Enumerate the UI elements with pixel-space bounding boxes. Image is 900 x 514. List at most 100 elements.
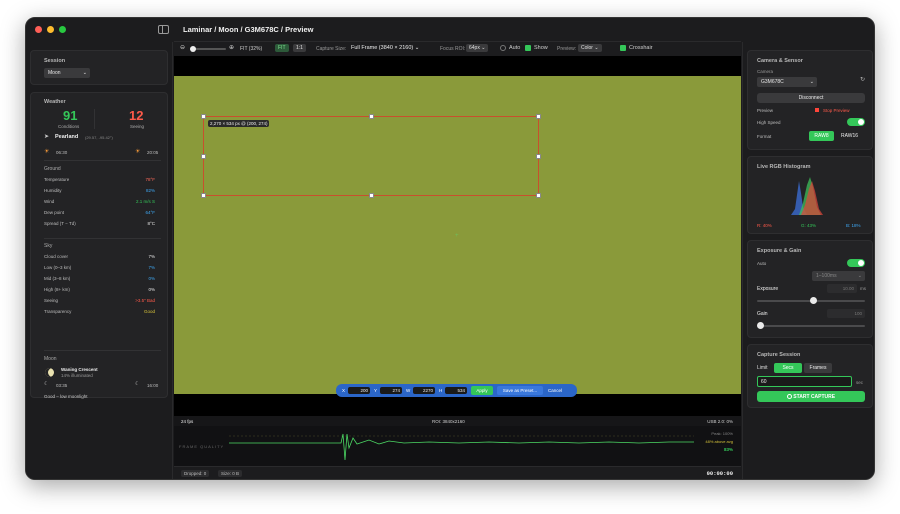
- roi-save-preset-button[interactable]: Save as Preset...: [497, 386, 543, 395]
- moon-illumination: 14% illuminated: [61, 373, 93, 378]
- disconnect-button[interactable]: Disconnect: [757, 93, 865, 103]
- start-capture-label: START CAPTURE: [793, 394, 836, 400]
- zoom-level-label: FIT (32%): [240, 46, 263, 52]
- zoom-out-icon[interactable]: ⊖: [180, 44, 185, 51]
- camera-select[interactable]: G3M678C ⌄: [757, 77, 817, 87]
- roi-h-input[interactable]: 534: [445, 387, 467, 394]
- close-window-button[interactable]: [35, 26, 42, 33]
- sky-row-value: 0%: [148, 276, 155, 281]
- limit-frames-button[interactable]: Frames: [804, 363, 832, 373]
- histogram-b-readout: B: 18%: [846, 223, 861, 228]
- sky-row-label: High (8+ km): [44, 287, 70, 292]
- camera-sensor-title: Camera & Sensor: [757, 58, 803, 64]
- minimize-window-button[interactable]: [47, 26, 54, 33]
- seeing-label: Seeing: [130, 124, 145, 129]
- roi-edit-bar: X 200 Y 274 W 2270 H 534 Apply Save as P…: [336, 384, 577, 397]
- ground-row-value: 78°F: [145, 177, 155, 182]
- roi-rectangle[interactable]: 2,270 × 534 px @ (200, 274): [201, 114, 541, 198]
- ground-row-value: 82%: [145, 188, 155, 193]
- roi-x-input[interactable]: 200: [348, 387, 370, 394]
- exposure-gain-title: Exposure & Gain: [757, 248, 802, 254]
- left-sidebar: Session Moon ⌄ Weather 91 Conditions 12 S…: [26, 42, 173, 479]
- stop-preview-button[interactable]: Stop Preview: [823, 108, 850, 113]
- zoom-slider-knob[interactable]: [190, 46, 196, 52]
- session-select[interactable]: Moon ⌄: [44, 68, 90, 78]
- roi-handle-top[interactable]: [369, 114, 374, 119]
- sky-row-label: Mid (3–8 km): [44, 276, 71, 281]
- exposure-slider-knob[interactable]: [809, 297, 817, 304]
- zoom-slider[interactable]: [190, 46, 226, 52]
- moonset-time: 16:00: [147, 383, 159, 388]
- fit-button[interactable]: FIT: [275, 44, 289, 52]
- preview-mode-select[interactable]: Color ⌄: [578, 44, 602, 52]
- capture-timer: 00:00:00: [706, 470, 733, 477]
- preview-toolbar: ⊖ ⊕ FIT (32%) FIT 1:1 Capture Size: Full…: [174, 42, 741, 55]
- sunset-icon: ☀: [135, 149, 141, 155]
- sky-title: Sky: [44, 243, 53, 249]
- sky-row-label: Low (0–3 km): [44, 265, 72, 270]
- gain-slider-knob[interactable]: [757, 322, 764, 329]
- moonrise-time: 03:35: [56, 383, 68, 388]
- roi-w-label: W: [406, 388, 411, 393]
- sunrise-time: 06:30: [56, 150, 68, 155]
- roi-y-input[interactable]: 274: [380, 387, 402, 394]
- auto-radio[interactable]: [500, 45, 506, 51]
- roi-y-label: Y: [374, 388, 378, 393]
- high-speed-toggle[interactable]: [847, 118, 865, 126]
- refresh-icon[interactable]: ↻: [860, 76, 865, 83]
- format-raw16-button[interactable]: RAW16: [837, 131, 862, 141]
- sidebar-toggle-icon[interactable]: [158, 25, 169, 34]
- exposure-input[interactable]: 10.00: [827, 284, 857, 293]
- histogram-g-readout: G: 43%: [801, 223, 817, 228]
- high-speed-label: High Speed: [757, 120, 781, 125]
- conditions-score: 91: [63, 108, 78, 123]
- stats-bar: 24 fps ROI: 3840x2160 USB 2.0: 0%: [174, 416, 741, 426]
- capture-size-select[interactable]: Full Frame (3840 × 2160) ⌄: [351, 45, 419, 51]
- app-window: Laminar / Moon / G3M678C / Preview ⊖ ⊕ F…: [25, 17, 875, 480]
- seeing-score: 12: [129, 108, 144, 123]
- camera-label: Camera: [757, 69, 774, 74]
- ground-row-value: 8°C: [147, 221, 155, 226]
- roi-w-input[interactable]: 2270: [413, 387, 435, 394]
- format-raw8-button[interactable]: RAW8: [809, 131, 834, 141]
- limit-secs-button[interactable]: Secs: [774, 363, 802, 373]
- roi-handle-bottom[interactable]: [369, 193, 374, 198]
- gain-slider[interactable]: [757, 325, 865, 327]
- session-card: Session Moon ⌄: [30, 50, 168, 85]
- zoom-in-icon[interactable]: ⊕: [229, 44, 234, 51]
- moonrise-icon: ☾: [44, 381, 49, 387]
- preview-image[interactable]: 2,270 × 534 px @ (200, 274) +: [174, 76, 741, 394]
- chevron-down-icon: ⌄: [82, 70, 87, 76]
- gain-label: Gain: [757, 311, 768, 317]
- preview-label: Preview: [757, 108, 774, 113]
- roi-handle-bottom-left[interactable]: [201, 193, 206, 198]
- focus-roi-select[interactable]: 64px ⌄: [466, 44, 489, 52]
- roi-cancel-button[interactable]: Cancel: [548, 388, 562, 393]
- gain-input[interactable]: 100: [827, 309, 865, 318]
- exposure-range-select[interactable]: 1–100ms ⌄: [812, 271, 865, 281]
- camera-preview[interactable]: 2,270 × 534 px @ (200, 274) + X 200 Y 27…: [174, 56, 741, 416]
- auto-exposure-toggle[interactable]: [847, 259, 865, 267]
- roi-apply-button[interactable]: Apply: [471, 386, 493, 395]
- ground-row-label: Temperature: [44, 177, 70, 182]
- dropped-frames: Dropped: 0: [181, 470, 210, 477]
- crosshair-checkbox[interactable]: [620, 45, 626, 51]
- frame-quality-chart: [229, 433, 694, 461]
- roi-handle-top-left[interactable]: [201, 114, 206, 119]
- show-checkbox[interactable]: [525, 45, 531, 51]
- roi-handle-left[interactable]: [201, 154, 206, 159]
- right-panel: Camera & Sensor Camera G3M678C ⌄ ↻ Discon…: [742, 42, 874, 479]
- duration-input[interactable]: 60: [757, 376, 852, 387]
- sky-row-label: Seeing: [44, 298, 59, 303]
- one-to-one-button[interactable]: 1:1: [293, 44, 306, 52]
- start-capture-button[interactable]: START CAPTURE: [757, 391, 865, 402]
- sky-row-value: 7%: [148, 254, 155, 259]
- roi-handle-bottom-right[interactable]: [536, 193, 541, 198]
- above-average-readout: 48% above avg: [705, 439, 733, 444]
- zoom-window-button[interactable]: [59, 26, 66, 33]
- sky-row-value: Good: [143, 309, 155, 314]
- roi-handle-right[interactable]: [536, 154, 541, 159]
- focus-roi-label: Focus ROI:: [440, 46, 466, 52]
- roi-handle-top-right[interactable]: [536, 114, 541, 119]
- session-title: Session: [44, 58, 66, 64]
